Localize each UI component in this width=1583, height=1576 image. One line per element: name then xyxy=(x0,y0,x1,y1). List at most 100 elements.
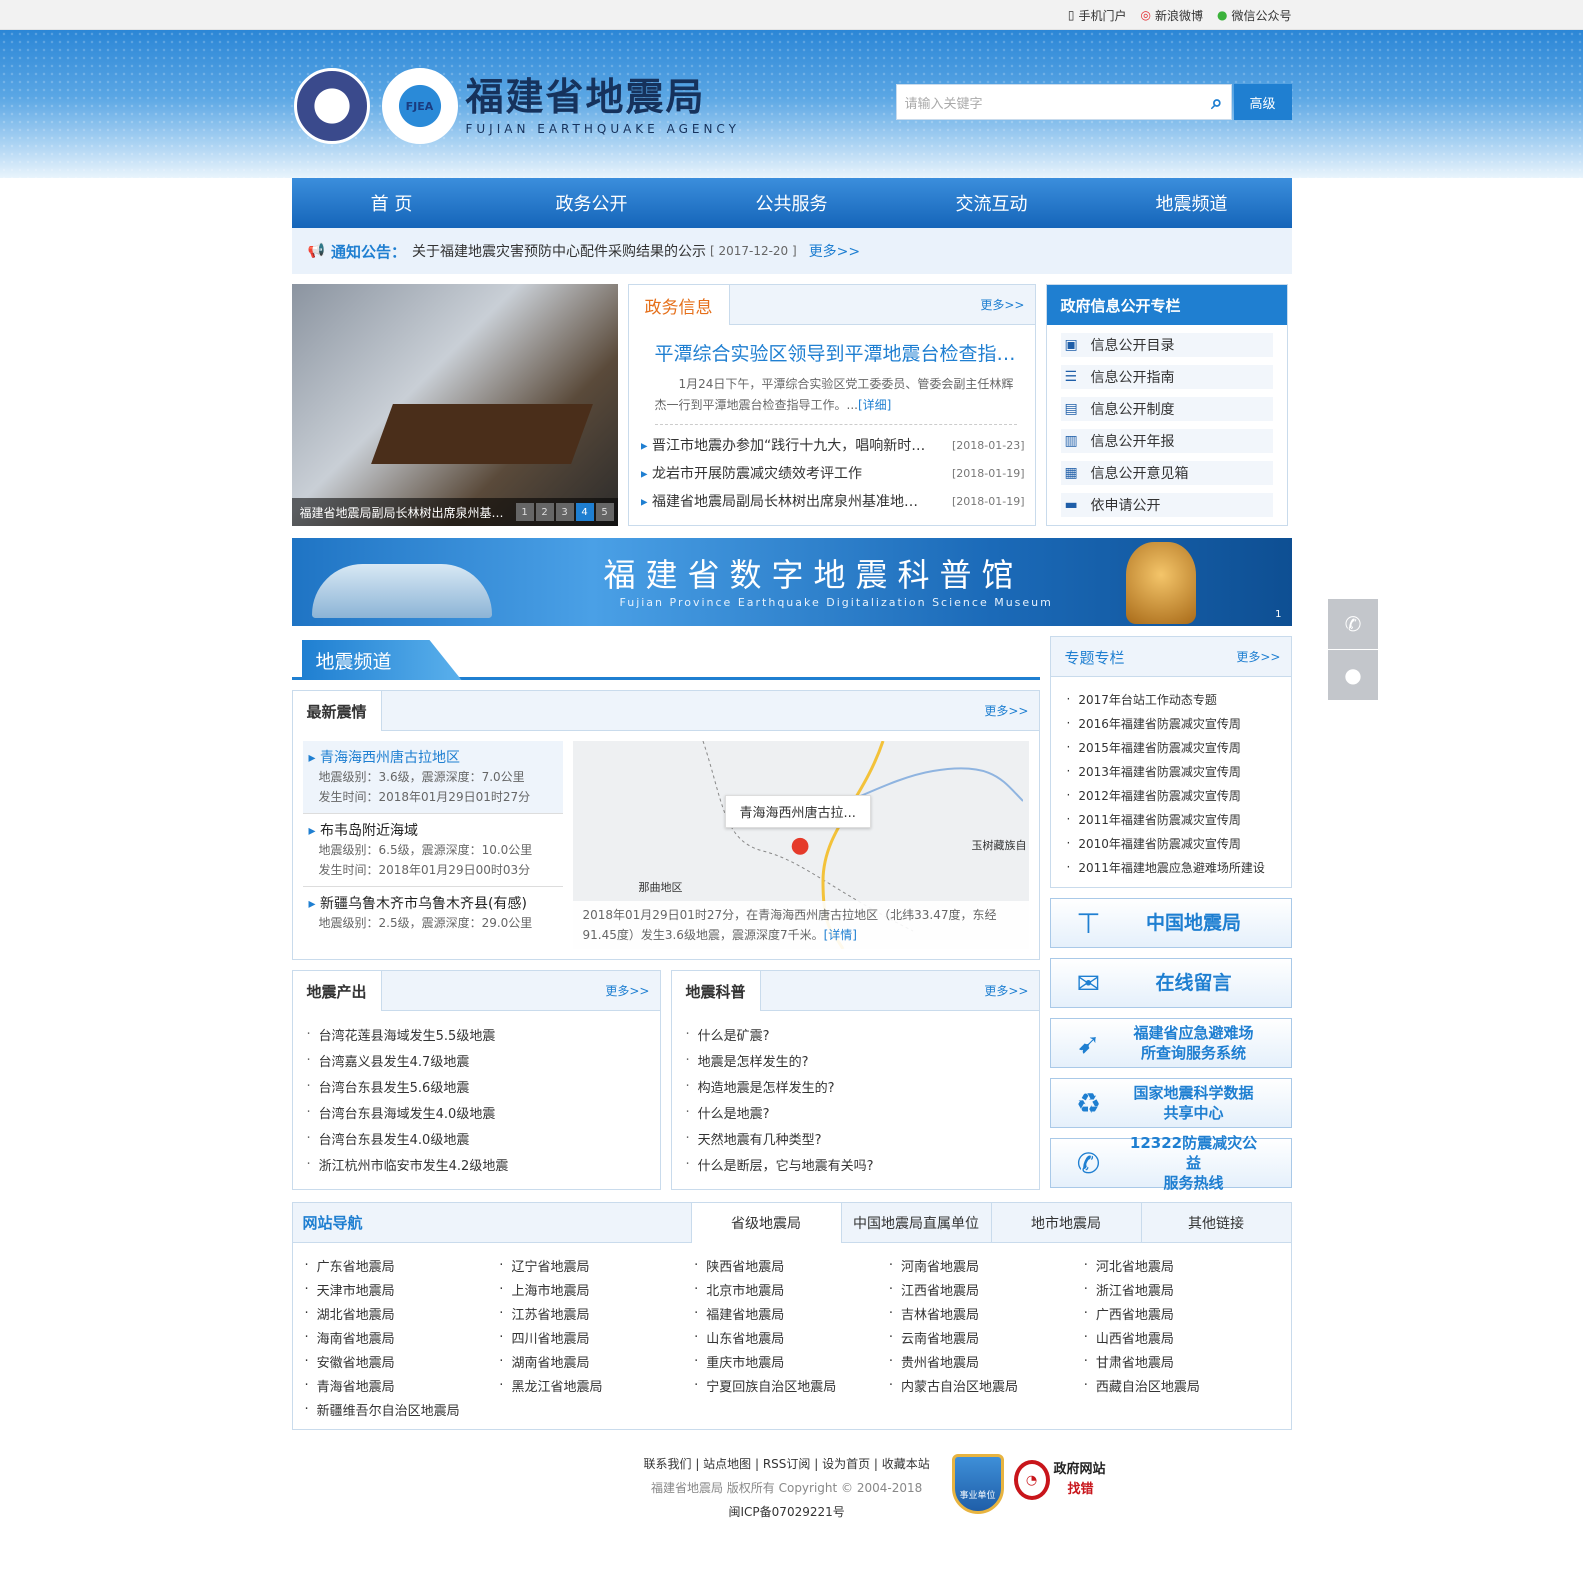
list-item[interactable]: 福建省地震局副局长林树出席泉州基准地震台揭牌仪式[2018-01-19] xyxy=(641,487,1025,515)
list-item[interactable]: 2017年台站工作动态专题 xyxy=(1067,687,1275,711)
list-item[interactable]: 2016年福建省防震减灾宣传周 xyxy=(1067,711,1275,735)
info-item-guide[interactable]: ☰ 信息公开指南 xyxy=(1060,365,1273,389)
shelter-query-button[interactable]: ➹ 福建省应急避难场 所查询服务系统 xyxy=(1049,1018,1292,1068)
weibo-link[interactable]: ◎ 新浪微博 xyxy=(1141,7,1204,24)
search-icon[interactable]: ⌕ xyxy=(1211,90,1222,114)
nav-earthquake-channel[interactable]: 地震频道 xyxy=(1092,178,1292,228)
mobile-portal-link[interactable]: ▯ 手机门户 xyxy=(1068,7,1127,24)
quake-map[interactable]: 青海海西州唐古拉... ● 玉树藏族自 那曲地区 2018年01月29日01时2… xyxy=(572,741,1029,949)
site-nav-link[interactable]: 黑龙江省地震局 xyxy=(499,1373,694,1397)
latest-quake-more[interactable]: 更多>> xyxy=(984,691,1038,730)
list-item[interactable]: 2013年福建省防震减灾宣传周 xyxy=(1067,759,1275,783)
slide-dot-2[interactable]: 2 xyxy=(535,503,554,521)
nav-government[interactable]: 政务公开 xyxy=(492,178,692,228)
info-item-report[interactable]: ▥ 信息公开年报 xyxy=(1060,429,1273,453)
site-nav-link[interactable]: 安徽省地震局 xyxy=(305,1349,500,1373)
search-input[interactable]: 请输入关键字 ⌕ xyxy=(895,84,1232,120)
site-nav-link[interactable]: 湖南省地震局 xyxy=(499,1349,694,1373)
icp-number[interactable]: 闽ICP备07029221号 xyxy=(644,1500,930,1524)
online-message-button[interactable]: ✉ 在线留言 xyxy=(1049,958,1292,1008)
quake-detail-link[interactable]: [详情] xyxy=(824,928,857,942)
gov-headline[interactable]: 平潭综合实验区领导到平潭地震台检查指导工作 xyxy=(655,339,1017,366)
list-item[interactable]: 地震是怎样发生的? xyxy=(686,1047,1025,1073)
list-item[interactable]: 构造地震是怎样发生的? xyxy=(686,1073,1025,1099)
site-nav-link[interactable]: 新疆维吾尔自治区地震局 xyxy=(305,1397,500,1421)
list-item[interactable]: 台湾台东县发生4.0级地震 xyxy=(307,1125,646,1151)
site-nav-link[interactable]: 海南省地震局 xyxy=(305,1325,500,1349)
site-nav-link[interactable]: 山西省地震局 xyxy=(1084,1325,1279,1349)
tab-city[interactable]: 地市地震局 xyxy=(990,1203,1141,1242)
site-nav-link[interactable]: 西藏自治区地震局 xyxy=(1084,1373,1279,1397)
list-item[interactable]: 什么是断层，它与地震有关吗? xyxy=(686,1151,1025,1177)
wechat-link[interactable]: ● 微信公众号 xyxy=(1217,7,1292,24)
user-icon[interactable]: ● xyxy=(1328,650,1378,700)
quake-item[interactable]: 青海海西州唐古拉地区地震级别：3.6级，震源深度：7.0公里发生时间：2018年… xyxy=(302,741,563,814)
site-nav-link[interactable]: 天津市地震局 xyxy=(305,1277,500,1301)
site-nav-link[interactable]: 陕西省地震局 xyxy=(694,1253,889,1277)
tab-cea-units[interactable]: 中国地震局直属单位 xyxy=(840,1203,991,1242)
site-nav-link[interactable]: 河南省地震局 xyxy=(889,1253,1084,1277)
site-nav-link[interactable]: 广西省地震局 xyxy=(1084,1301,1279,1325)
list-item[interactable]: 台湾花莲县海域发生5.5级地震 xyxy=(307,1021,646,1047)
data-center-button[interactable]: ♻ 国家地震科学数据 共享中心 xyxy=(1049,1078,1292,1128)
info-item-feedback[interactable]: ▦ 信息公开意见箱 xyxy=(1060,461,1273,485)
info-item-catalog[interactable]: ▣ 信息公开目录 xyxy=(1060,333,1273,357)
tab-other-links[interactable]: 其他链接 xyxy=(1140,1203,1291,1242)
science-museum-banner[interactable]: 福建省数字地震科普馆 Fujian Province Earthquake Di… xyxy=(291,538,1292,626)
site-nav-link[interactable]: 北京市地震局 xyxy=(694,1277,889,1301)
slide-dot-1[interactable]: 1 xyxy=(515,503,534,521)
site-nav-link[interactable]: 河北省地震局 xyxy=(1084,1253,1279,1277)
site-nav-link[interactable]: 江苏省地震局 xyxy=(499,1301,694,1325)
list-item[interactable]: 2010年福建省防震减灾宣传周 xyxy=(1067,831,1275,855)
nav-interaction[interactable]: 交流互动 xyxy=(892,178,1092,228)
list-item[interactable]: 2011年福建地震应急避难场所建设 xyxy=(1067,855,1275,879)
site-nav-link[interactable]: 浙江省地震局 xyxy=(1084,1277,1279,1301)
tab-provincial[interactable]: 省级地震局 xyxy=(690,1203,841,1243)
list-item[interactable]: 台湾嘉义县发生4.7级地震 xyxy=(307,1047,646,1073)
gov-site-error-badge[interactable]: ◔ 政府网站 找错 xyxy=(1013,1460,1106,1500)
site-nav-link[interactable]: 宁夏回族自治区地震局 xyxy=(694,1373,889,1397)
list-item[interactable]: 浙江杭州市临安市发生4.2级地震 xyxy=(307,1151,646,1177)
list-item[interactable]: 什么是矿震? xyxy=(686,1021,1025,1047)
list-item[interactable]: 天然地震有几种类型? xyxy=(686,1125,1025,1151)
list-item[interactable]: 2015年福建省防震减灾宣传周 xyxy=(1067,735,1275,759)
site-nav-link[interactable]: 甘肃省地震局 xyxy=(1084,1349,1279,1373)
site-nav-link[interactable]: 四川省地震局 xyxy=(499,1325,694,1349)
site-nav-link[interactable]: 青海省地震局 xyxy=(305,1373,500,1397)
site-nav-link[interactable]: 吉林省地震局 xyxy=(889,1301,1084,1325)
info-item-apply[interactable]: ▬ 依申请公开 xyxy=(1060,493,1273,517)
quake-item[interactable]: 布韦岛附近海域地震级别：6.5级，震源深度：10.0公里发生时间：2018年01… xyxy=(302,814,563,887)
advanced-search-button[interactable]: 高级 xyxy=(1233,84,1292,120)
list-item[interactable]: 台湾台东县海域发生4.0级地震 xyxy=(307,1099,646,1125)
footer-links[interactable]: 联系我们 | 站点地图 | RSS订阅 | 设为首页 | 收藏本站 xyxy=(644,1452,930,1476)
nav-public-service[interactable]: 公共服务 xyxy=(692,178,892,228)
cea-link-button[interactable]: ⊤ 中国地震局 xyxy=(1049,898,1292,948)
news-slideshow[interactable]: 福建省地震局副局长林树出席泉州基准地震台… 1 2 3 4 5 xyxy=(291,284,618,526)
institution-badge[interactable]: 事业单位 xyxy=(951,1454,1004,1514)
gov-info-more[interactable]: 更多>> xyxy=(980,285,1034,324)
notice-more-link[interactable]: 更多>> xyxy=(809,241,860,261)
list-item[interactable]: 2011年福建省防震减灾宣传周 xyxy=(1067,807,1275,831)
site-nav-link[interactable]: 江西省地震局 xyxy=(889,1277,1084,1301)
site-nav-link[interactable]: 重庆市地震局 xyxy=(694,1349,889,1373)
list-item[interactable]: 2012年福建省防震减灾宣传周 xyxy=(1067,783,1275,807)
site-nav-link[interactable]: 广东省地震局 xyxy=(305,1253,500,1277)
hotline-button[interactable]: ✆ 12322防震减灾公益 服务热线 xyxy=(1049,1134,1292,1192)
slide-dot-3[interactable]: 3 xyxy=(555,503,574,521)
site-nav-link[interactable]: 辽宁省地震局 xyxy=(499,1253,694,1277)
site-nav-link[interactable]: 内蒙古自治区地震局 xyxy=(889,1373,1084,1397)
quake-item[interactable]: 新疆乌鲁木齐市乌鲁木齐县(有感)地震级别：2.5级，震源深度：29.0公里 xyxy=(303,887,563,939)
quake-output-more[interactable]: 更多>> xyxy=(605,971,659,1010)
phone-icon[interactable]: ✆ xyxy=(1328,599,1378,649)
quake-science-more[interactable]: 更多>> xyxy=(984,971,1038,1010)
list-item[interactable]: 台湾台东县发生5.6级地震 xyxy=(307,1073,646,1099)
list-item[interactable]: 龙岩市开展防震减灾绩效考评工作[2018-01-19] xyxy=(641,459,1025,487)
slide-dot-4[interactable]: 4 xyxy=(575,503,594,521)
list-item[interactable]: 晋江市地震办参加“践行十九大，唱响新时代”活动[2018-01-23] xyxy=(641,431,1025,459)
site-nav-link[interactable]: 山东省地震局 xyxy=(694,1325,889,1349)
slide-dot-5[interactable]: 5 xyxy=(595,503,614,521)
site-nav-link[interactable]: 福建省地震局 xyxy=(694,1301,889,1325)
info-item-rules[interactable]: ▤ 信息公开制度 xyxy=(1060,397,1273,421)
notice-link[interactable]: 关于福建地震灾害预防中心配件采购结果的公示 xyxy=(412,241,706,261)
nav-home[interactable]: 首 页 xyxy=(292,178,492,228)
